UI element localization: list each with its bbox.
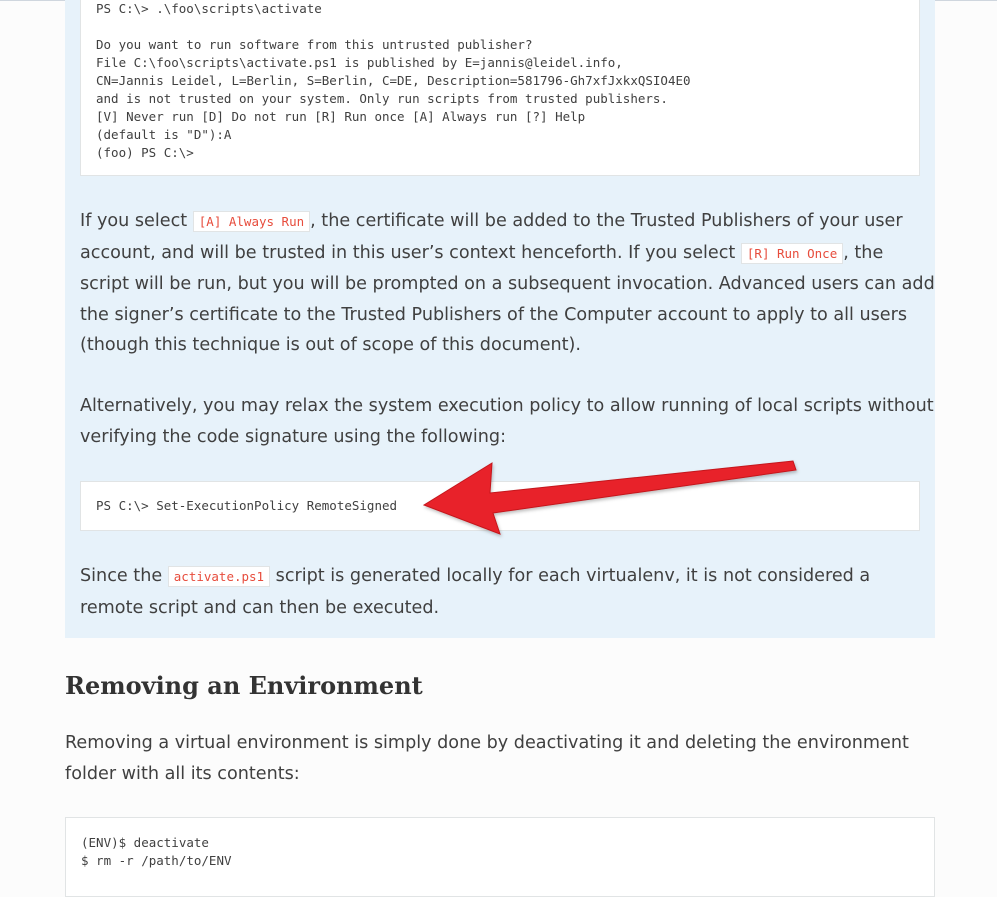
- paragraph-line: (though this technique is out of scope o…: [80, 335, 582, 355]
- code-line: [V] Never run [D] Do not run [R] Run onc…: [96, 109, 586, 124]
- paragraph-line: verifying the code signature using the f…: [80, 426, 507, 447]
- paragraph-line: Alternatively, you may relax the system …: [80, 396, 934, 416]
- text: account, and will be trusted in this use…: [80, 242, 741, 263]
- code-block-activate[interactable]: PS C:\> .\foo\scripts\activate ​Do you wa…: [80, 0, 920, 176]
- paragraph-line: script will be run, but you will be prom…: [80, 274, 935, 294]
- text: script is generated locally for each vir…: [270, 566, 871, 586]
- code-block-remove-env[interactable]: (ENV)$ deactivate $ rm -r /path/to/ENV: [65, 817, 935, 897]
- text: , the: [843, 242, 884, 263]
- paragraph-line: the signer’s certificate to the Trusted …: [80, 304, 908, 325]
- code-line: (foo) PS C:\>: [96, 145, 194, 160]
- code-line: File C:\foo\scripts\activate.ps1 is publ…: [96, 55, 623, 70]
- code-line: (ENV)$ deactivate: [81, 835, 209, 850]
- paragraph-line: folder with all its contents:: [65, 763, 300, 784]
- paragraph-line: Since the activate.ps1 script is generat…: [80, 561, 922, 593]
- text: , the certificate will be added to the T…: [310, 211, 903, 231]
- paragraph-trust: If you select [A] Always Run, the certif…: [80, 206, 935, 361]
- inline-code-run-once: [R] Run Once: [740, 242, 844, 264]
- paragraph-local-script: Since the activate.ps1 script is generat…: [80, 561, 922, 623]
- paragraph-alternative: Alternatively, you may relax the system …: [80, 391, 934, 452]
- paragraph-line: account, and will be trusted in this use…: [80, 238, 922, 270]
- code-line: Do you want to run software from this un…: [96, 37, 533, 52]
- paragraph-line: remote script and can then be executed.: [80, 597, 440, 618]
- text: Since the: [80, 566, 168, 586]
- code-line: $ rm -r /path/to/ENV: [81, 853, 232, 868]
- code-block-set-policy[interactable]: PS C:\> Set-ExecutionPolicy RemoteSigned: [80, 481, 920, 531]
- paragraph-line: If you select [A] Always Run, the certif…: [80, 206, 922, 238]
- code-line: ​: [96, 18, 904, 36]
- code-line: CN=Jannis Leidel, L=Berlin, S=Berlin, C=…: [96, 73, 691, 88]
- paragraph-removing: Removing a virtual environment is simply…: [65, 728, 925, 789]
- code-line: PS C:\> .\foo\scripts\activate: [96, 1, 322, 16]
- paragraph-line: Removing a virtual environment is simply…: [65, 733, 909, 753]
- inline-code-always-run: [A] Always Run: [192, 211, 311, 232]
- section-heading: Removing an Environment: [65, 671, 423, 700]
- inline-code-activate-ps1: activate.ps1: [167, 566, 271, 587]
- code-line: PS C:\> Set-ExecutionPolicy RemoteSigned: [96, 498, 398, 513]
- text: If you select: [80, 211, 193, 231]
- code-line: (default is "D"):A: [96, 127, 232, 142]
- code-line: and is not trusted on your system. Only …: [96, 91, 668, 106]
